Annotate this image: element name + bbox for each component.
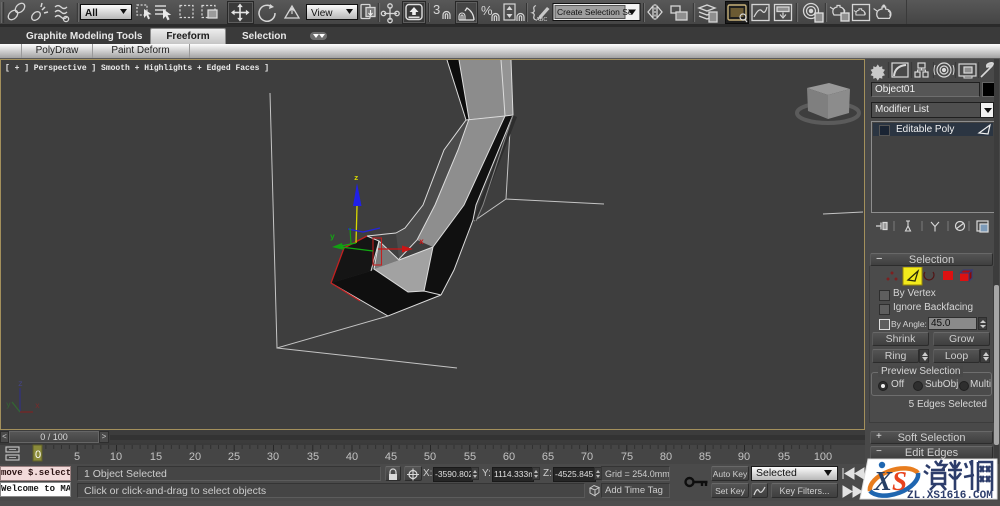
svg-text:55: 55 xyxy=(464,451,476,463)
svg-text:View: View xyxy=(311,8,333,19)
svg-text:All: All xyxy=(85,8,98,19)
svg-text:75: 75 xyxy=(621,451,633,463)
svg-text:X: X xyxy=(873,466,893,496)
svg-text:95: 95 xyxy=(778,451,790,463)
svg-text:ABC: ABC xyxy=(536,17,547,23)
svg-text:5: 5 xyxy=(74,451,80,463)
svg-text:x: x xyxy=(419,238,424,247)
svg-text:y: y xyxy=(6,401,11,410)
svg-text:80: 80 xyxy=(660,451,672,463)
svg-text:Create Selection Se: Create Selection Se xyxy=(557,7,633,17)
svg-text:45: 45 xyxy=(385,451,397,463)
svg-text:S: S xyxy=(892,466,907,496)
svg-text:0: 0 xyxy=(35,449,41,461)
svg-text:10: 10 xyxy=(110,451,122,463)
svg-text:25: 25 xyxy=(228,451,240,463)
svg-text:20: 20 xyxy=(189,451,201,463)
svg-text:65: 65 xyxy=(542,451,554,463)
svg-text:60: 60 xyxy=(503,451,515,463)
svg-text:70: 70 xyxy=(581,451,593,463)
svg-text:100: 100 xyxy=(814,451,832,463)
svg-text:40: 40 xyxy=(346,451,358,463)
svg-text:50: 50 xyxy=(424,451,436,463)
svg-text:15: 15 xyxy=(150,451,162,463)
svg-text:3: 3 xyxy=(433,2,440,17)
svg-text:ZL.XS1616.COM: ZL.XS1616.COM xyxy=(907,490,993,501)
svg-text:z: z xyxy=(354,175,359,183)
svg-text:x: x xyxy=(35,402,40,411)
svg-text:[ + ] Perspective ] Smooth + H: [ + ] Perspective ] Smooth + Highlights … xyxy=(5,64,269,73)
svg-text:z: z xyxy=(18,380,23,389)
svg-text:y: y xyxy=(330,233,335,242)
svg-text:35: 35 xyxy=(307,451,319,463)
svg-text:85: 85 xyxy=(699,451,711,463)
svg-text:90: 90 xyxy=(738,451,750,463)
svg-text:%: % xyxy=(481,3,493,18)
svg-text:30: 30 xyxy=(267,451,279,463)
